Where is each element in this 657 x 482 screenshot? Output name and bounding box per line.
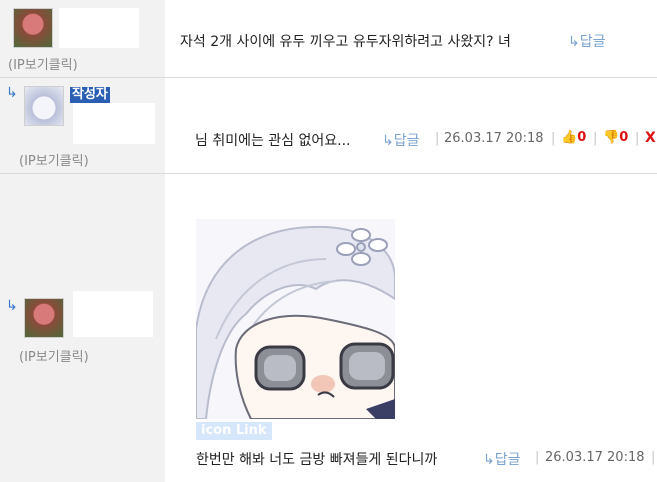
thumbs-down-icon: 👎	[603, 130, 620, 145]
separator: |	[651, 450, 656, 465]
reply-button[interactable]: ↳답글	[568, 31, 606, 51]
avatar[interactable]	[24, 298, 64, 338]
ip-view-link[interactable]: (IP보기클릭)	[19, 346, 89, 365]
ip-view-link[interactable]: (IP보기클릭)	[8, 54, 78, 73]
separator: |	[593, 131, 598, 146]
downvote-count: 0	[619, 130, 629, 145]
divider	[0, 77, 657, 78]
comment-date: 26.03.17 20:18	[444, 131, 544, 146]
nickname-redacted	[73, 291, 153, 337]
upvote-button[interactable]: 👍0	[561, 130, 586, 145]
ip-view-link[interactable]: (IP보기클릭)	[19, 150, 89, 169]
reply-button[interactable]: ↳답글	[483, 449, 521, 469]
avatar[interactable]	[13, 8, 53, 48]
thumbs-up-icon: 👍	[561, 130, 578, 145]
reply-arrow-icon: ↳	[568, 34, 580, 50]
comment-date: 26.03.17 20:18	[545, 450, 645, 465]
author-badge: 작성자	[70, 87, 110, 103]
separator: |	[435, 131, 440, 146]
nickname-redacted	[59, 8, 139, 48]
upvote-count: 0	[577, 130, 587, 145]
comment-text: 자석 2개 사이에 유두 끼우고 유두자위하려고 사왔지? 녀	[180, 34, 511, 50]
sticker-character-image	[196, 219, 395, 419]
reply-arrow-icon: ↳	[382, 133, 394, 149]
separator: |	[551, 131, 556, 146]
sticker-image[interactable]	[196, 219, 395, 419]
icon-link-button[interactable]: icon Link	[196, 422, 272, 440]
reply-arrow-icon: ↳	[483, 452, 495, 468]
reply-label: 답글	[579, 34, 606, 50]
comment-text: 님 취미에는 관심 없어요...	[195, 133, 351, 149]
reply-arrow-icon: ↳	[6, 85, 18, 101]
separator: |	[635, 131, 640, 146]
nickname-redacted	[73, 103, 155, 144]
reply-button[interactable]: ↳답글	[382, 130, 420, 150]
downvote-button[interactable]: 👎0	[603, 130, 628, 145]
avatar[interactable]	[24, 86, 64, 126]
reply-arrow-icon: ↳	[6, 298, 18, 314]
comment-text: 한번만 해봐 너도 금방 빠져들게 된다니까	[196, 452, 438, 468]
delete-button[interactable]: X	[645, 130, 656, 146]
separator: |	[535, 450, 540, 465]
reply-label: 답글	[393, 133, 420, 149]
reply-label: 답글	[494, 452, 521, 468]
divider	[0, 173, 657, 174]
